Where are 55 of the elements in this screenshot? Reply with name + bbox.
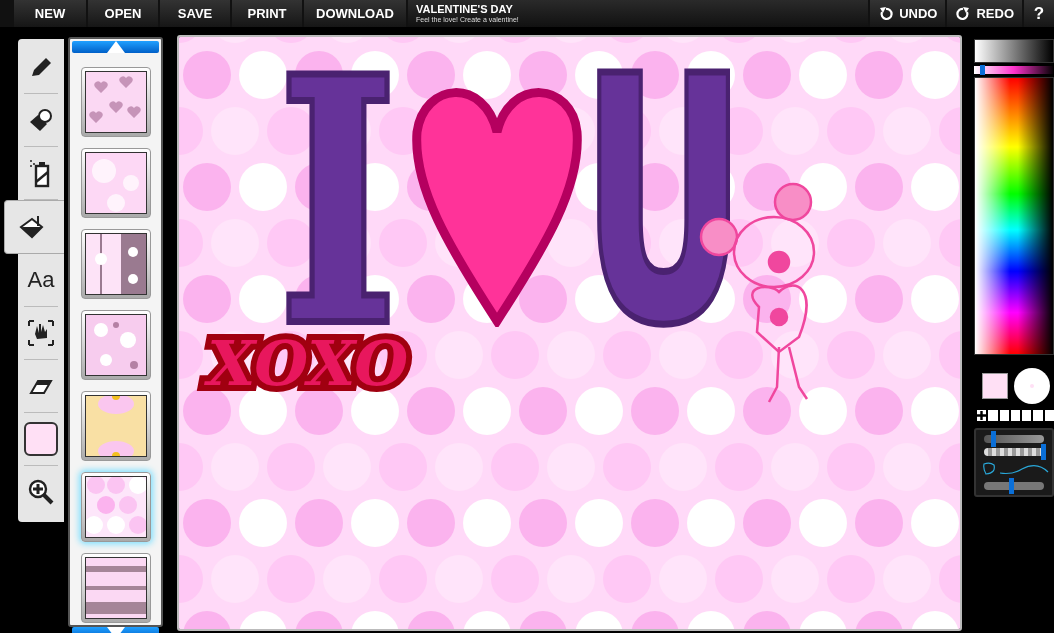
shade-slider[interactable] bbox=[974, 66, 1054, 74]
pattern-thumbnail[interactable] bbox=[80, 67, 151, 137]
redo-button[interactable]: REDO bbox=[947, 0, 1022, 27]
help-button[interactable]: ? bbox=[1024, 0, 1054, 27]
saved-color-slot[interactable] bbox=[988, 410, 998, 421]
paint-bucket-icon bbox=[18, 214, 45, 240]
add-color-button[interactable] bbox=[977, 410, 987, 421]
saved-color-slot[interactable] bbox=[1010, 410, 1021, 421]
word-sticker[interactable]: XOXO bbox=[201, 335, 415, 394]
letter-sticker[interactable]: I bbox=[271, 75, 406, 323]
undo-icon bbox=[878, 5, 895, 22]
saved-color-slot[interactable] bbox=[1044, 410, 1054, 421]
slider-thumb[interactable] bbox=[1009, 478, 1015, 494]
text-tool-label: Aa bbox=[27, 267, 55, 293]
menu-button[interactable]: NEW bbox=[14, 0, 86, 27]
pattern-preview bbox=[84, 71, 147, 133]
smoothing-curve-icon bbox=[982, 461, 1050, 477]
saved-color-slot[interactable] bbox=[1022, 410, 1032, 421]
redo-icon bbox=[955, 5, 972, 22]
pattern-thumbnail[interactable] bbox=[80, 391, 151, 461]
tool-button[interactable]: Aa bbox=[24, 254, 58, 307]
scroll-up-button[interactable] bbox=[71, 41, 160, 53]
saved-color-slot[interactable] bbox=[1033, 410, 1043, 421]
pattern-preview bbox=[84, 314, 147, 376]
stamp-icon bbox=[28, 107, 54, 133]
up-triangle-icon bbox=[106, 41, 125, 53]
slider-thumb[interactable] bbox=[1041, 444, 1046, 460]
menu-button[interactable]: SAVE bbox=[160, 0, 230, 27]
menu-button[interactable]: DOWNLOAD bbox=[304, 0, 406, 27]
hand-select-icon bbox=[27, 319, 55, 347]
menu-button[interactable]: PRINT bbox=[232, 0, 302, 27]
tool-button[interactable] bbox=[4, 200, 64, 254]
color-swatch[interactable] bbox=[24, 422, 58, 456]
menu-button[interactable]: OPEN bbox=[88, 0, 158, 27]
pattern-thumbnail[interactable] bbox=[80, 310, 151, 380]
slider-thumb[interactable] bbox=[991, 431, 997, 447]
zoom-in-icon bbox=[27, 478, 55, 506]
brush-preview bbox=[1014, 368, 1050, 404]
grayscale-bar[interactable] bbox=[974, 39, 1054, 63]
pattern-thumbnail[interactable] bbox=[80, 553, 151, 623]
pattern-preview bbox=[84, 395, 147, 457]
pattern-thumbnail[interactable] bbox=[80, 148, 151, 218]
slider-thumb[interactable] bbox=[979, 65, 985, 75]
color-spectrum[interactable] bbox=[974, 77, 1054, 355]
pattern-preview bbox=[84, 476, 147, 538]
pattern-thumbnail[interactable] bbox=[80, 472, 151, 542]
undo-button[interactable]: UNDO bbox=[870, 0, 946, 27]
letter-sticker[interactable]: U bbox=[576, 75, 752, 330]
pattern-preview bbox=[84, 152, 147, 214]
plus-icon bbox=[977, 411, 987, 420]
pattern-preview bbox=[84, 557, 147, 619]
app-title: VALENTINE'S DAY bbox=[416, 3, 514, 15]
pattern-preview bbox=[84, 233, 147, 295]
saved-color-slot[interactable] bbox=[999, 410, 1009, 421]
pattern-thumbnail[interactable] bbox=[80, 229, 151, 299]
